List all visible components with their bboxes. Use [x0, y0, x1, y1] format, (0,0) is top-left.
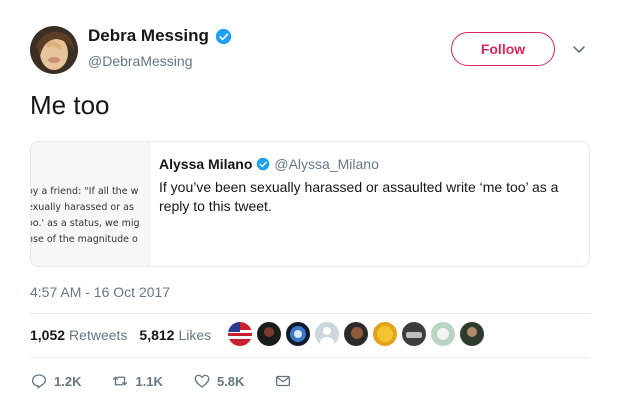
direct-message-button[interactable]: [274, 372, 298, 390]
liker-avatar[interactable]: [402, 322, 426, 346]
envelope-icon: [276, 375, 291, 387]
tweet-actions: 1.2K 1.1K 5.8K: [30, 372, 328, 390]
quoted-author-row: Alyssa Milano @Alyssa_Milano: [159, 156, 379, 172]
retweet-count: 1.1K: [135, 373, 163, 389]
retweets-count[interactable]: 1,052: [30, 327, 65, 343]
quoted-tweet-image[interactable]: oy a friend: "If all the w exually haras…: [31, 142, 150, 266]
liker-avatar[interactable]: [373, 322, 397, 346]
quoted-image-line: oo.' as a status, we mig: [31, 218, 140, 229]
liker-avatar[interactable]: [257, 322, 281, 346]
author-display-name[interactable]: Debra Messing: [88, 26, 209, 46]
quoted-tweet-card[interactable]: oy a friend: "If all the w exually haras…: [30, 141, 590, 267]
retweet-button[interactable]: 1.1K: [111, 372, 163, 390]
quoted-text: If you’ve been sexually harassed or assa…: [159, 179, 559, 214]
liker-avatar[interactable]: [460, 322, 484, 346]
quoted-image-line: nse of the magnitude o: [31, 234, 138, 245]
like-button[interactable]: 5.8K: [193, 372, 244, 390]
liker-avatar[interactable]: [431, 322, 455, 346]
follow-button[interactable]: Follow: [451, 32, 555, 66]
reply-count: 1.2K: [54, 373, 82, 389]
likes-label[interactable]: Likes: [178, 327, 211, 343]
divider: [30, 357, 590, 358]
chevron-down-icon[interactable]: [572, 42, 586, 56]
engagement-stats: 1,052 Retweets 5,812 Likes: [30, 327, 223, 343]
author-avatar[interactable]: [30, 26, 78, 74]
verified-badge-icon: [215, 28, 232, 44]
liker-avatar[interactable]: [286, 322, 310, 346]
likes-count[interactable]: 5,812: [139, 327, 174, 343]
tweet-text: Me too: [30, 90, 110, 120]
quoted-display-name: Alyssa Milano: [159, 156, 253, 172]
liker-avatars: [228, 322, 489, 346]
verified-badge-icon: [257, 157, 270, 171]
quoted-image-line: exually harassed or as: [31, 202, 134, 213]
liker-avatar[interactable]: [228, 322, 252, 346]
quoted-handle: @Alyssa_Milano: [274, 156, 379, 172]
reply-button[interactable]: 1.2K: [30, 372, 81, 390]
quoted-image-line: oy a friend: "If all the w: [31, 186, 139, 197]
liker-avatar[interactable]: [315, 322, 339, 346]
heart-icon: [194, 374, 210, 388]
retweet-icon: [113, 376, 128, 386]
author-name-row[interactable]: Debra Messing: [88, 26, 232, 46]
divider: [30, 313, 590, 314]
retweets-label[interactable]: Retweets: [69, 327, 127, 343]
tweet-timestamp[interactable]: 4:57 AM - 16 Oct 2017: [30, 284, 170, 300]
author-handle[interactable]: @DebraMessing: [88, 53, 192, 69]
like-count: 5.8K: [216, 373, 245, 389]
liker-avatar[interactable]: [344, 322, 368, 346]
reply-icon: [31, 374, 47, 389]
